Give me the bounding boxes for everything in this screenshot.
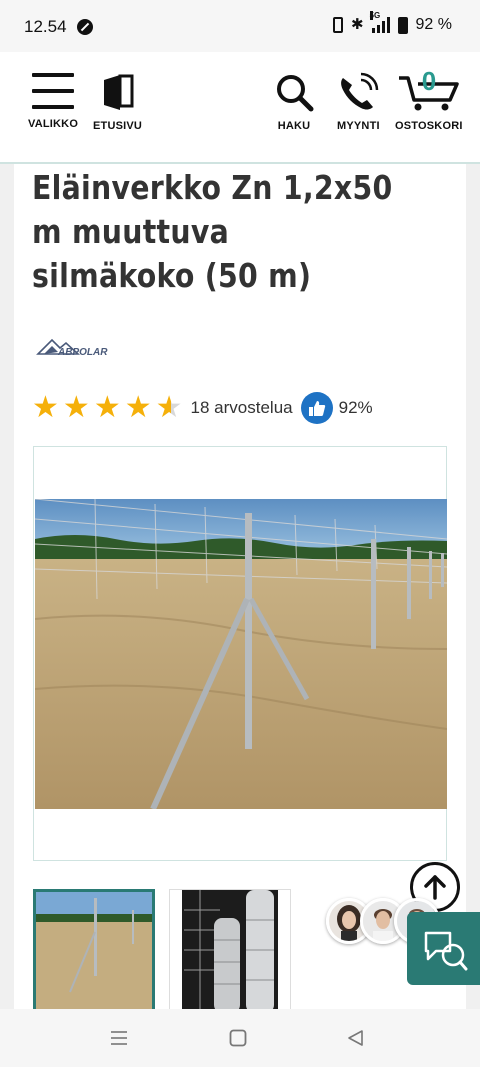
status-bar: 12.54 ✱ 5G 92 %: [0, 0, 480, 52]
cart-count: 0: [421, 66, 437, 96]
vibrate-icon: [332, 17, 343, 33]
chat-button[interactable]: [407, 912, 480, 985]
sales-label: MYYNTI: [337, 120, 380, 132]
battery-percent: 92 %: [415, 16, 452, 33]
search-label: HAKU: [277, 120, 311, 132]
search-icon: [277, 75, 314, 112]
battery-icon: [397, 16, 408, 34]
thumbnail-fence-photo[interactable]: [33, 889, 155, 1009]
thumbs-up-icon: [300, 392, 333, 424]
product-title: Eläinverkko Zn 1,2x50 m muuttuva silmäko…: [32, 168, 393, 295]
half-star-icon: ★: [155, 391, 183, 424]
star-icon: ★: [124, 391, 152, 424]
home-label: ETUSIVU: [93, 120, 143, 132]
product-card: Eläinverkko Zn 1,2x50 m muuttuva silmäko…: [14, 164, 466, 1009]
door-icon: [103, 74, 134, 110]
signal-icon: 5G: [369, 11, 390, 33]
phone-icon: [341, 72, 379, 110]
arrow-up-icon: [424, 875, 446, 900]
home-button[interactable]: ETUSIVU: [93, 72, 142, 132]
rating-row[interactable]: ★ ★ ★ ★ ★ 18 arvostelua 92%: [32, 392, 373, 424]
thumbnail-strip: [33, 889, 291, 1009]
home-nav-icon[interactable]: [229, 1029, 247, 1047]
chat-icon: [424, 931, 467, 970]
status-icons: ✱ 5G 92 %: [332, 11, 452, 34]
sales-button[interactable]: MYYNTI: [337, 72, 380, 132]
menu-button[interactable]: VALIKKO: [28, 72, 78, 130]
status-time: 12.54: [24, 17, 67, 36]
svg-text:ABPOLAR: ABPOLAR: [57, 347, 108, 358]
menu-label: VALIKKO: [28, 118, 79, 130]
bluetooth-icon: ✱: [350, 16, 364, 33]
search-button[interactable]: HAKU: [274, 72, 314, 132]
cart-button[interactable]: 0 OSTOSKORI: [395, 66, 463, 132]
do-not-disturb-icon: [77, 19, 93, 35]
product-photo-fence[interactable]: [35, 499, 447, 809]
site-header: VALIKKO ETUSIVU HAKU MYYNTI 0 OSTOSKORI: [0, 52, 480, 164]
recommend-percent: 92%: [338, 398, 373, 417]
brand-logo[interactable]: ABPOLAR: [36, 336, 120, 360]
page-margin-left: [0, 164, 14, 1009]
main-image-frame[interactable]: [33, 446, 447, 861]
star-icon: ★: [32, 391, 59, 424]
star-icon: ★: [93, 391, 121, 424]
hamburger-icon: [32, 72, 75, 110]
cart-label: OSTOSKORI: [395, 120, 463, 132]
star-icon: ★: [62, 391, 90, 424]
system-nav-bar: [0, 1009, 480, 1067]
back-icon[interactable]: [346, 1029, 364, 1047]
recent-apps-icon[interactable]: [110, 1029, 128, 1047]
thumbnail-roll-photo[interactable]: [169, 889, 291, 1009]
review-count-link[interactable]: 18 arvostelua: [191, 398, 293, 418]
page-margin-right: [466, 164, 480, 1009]
rating-stars: ★ ★ ★ ★ ★: [32, 393, 183, 423]
